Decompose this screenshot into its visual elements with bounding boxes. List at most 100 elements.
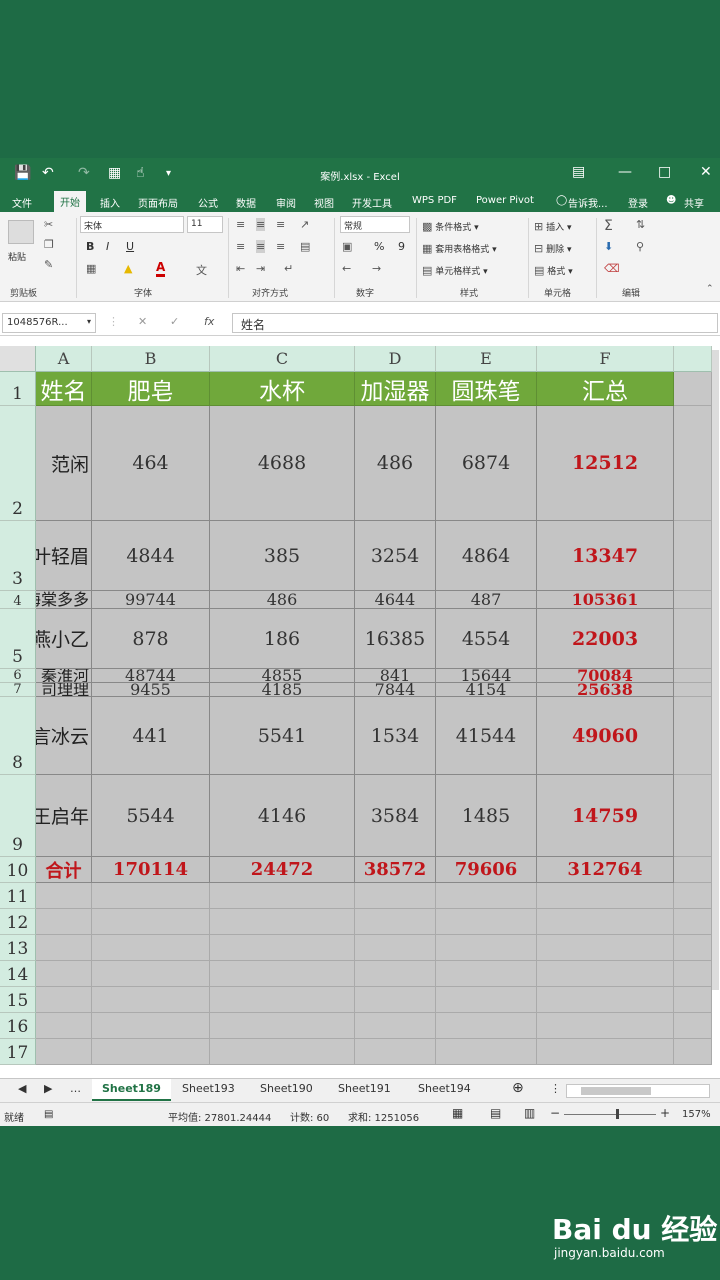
cell-empty[interactable] <box>674 935 712 961</box>
tab-formulas[interactable]: 公式 <box>198 195 218 210</box>
cell-empty[interactable] <box>436 961 537 987</box>
cell-empty[interactable] <box>436 987 537 1013</box>
total-cell[interactable]: 49060 <box>537 697 674 775</box>
row-header[interactable]: 13 <box>0 935 36 961</box>
value-cell[interactable]: 4154 <box>436 683 537 697</box>
wrap-text-icon[interactable]: ↵ <box>284 262 293 275</box>
format-cells-button[interactable]: ▤ 格式 ▾ <box>534 264 573 277</box>
cell-empty[interactable] <box>537 909 674 935</box>
tell-me-search[interactable]: 告诉我... <box>568 195 608 210</box>
bold-button[interactable]: B <box>86 240 94 253</box>
total-cell[interactable]: 70084 <box>537 669 674 683</box>
row-header[interactable]: 14 <box>0 961 36 987</box>
column-header-f[interactable]: F <box>537 346 674 372</box>
tab-page-layout[interactable]: 页面布局 <box>138 195 178 210</box>
value-cell[interactable]: 6874 <box>436 406 537 521</box>
value-cell[interactable]: 878 <box>92 609 210 669</box>
maximize-icon[interactable]: □ <box>658 164 671 180</box>
tab-power-pivot[interactable]: Power Pivot <box>476 195 534 206</box>
value-cell[interactable]: 487 <box>436 591 537 609</box>
value-cell[interactable]: 9455 <box>92 683 210 697</box>
delete-cells-button[interactable]: ⊟ 删除 ▾ <box>534 242 572 255</box>
cell-empty[interactable] <box>674 406 712 521</box>
zoom-slider[interactable] <box>564 1114 656 1115</box>
total-cell[interactable]: 14759 <box>537 775 674 857</box>
name-cell[interactable]: 范闲 <box>36 406 92 521</box>
total-cell[interactable]: 12512 <box>537 406 674 521</box>
cell-empty[interactable] <box>36 883 92 909</box>
orientation-icon[interactable]: ↗ <box>300 218 309 231</box>
zoom-slider-thumb[interactable] <box>616 1109 619 1119</box>
header-cell[interactable]: 汇总 <box>537 372 674 406</box>
sum-label-cell[interactable]: 合计 <box>36 857 92 883</box>
total-cell[interactable]: 22003 <box>537 609 674 669</box>
paste-button[interactable]: 粘贴 <box>8 250 26 263</box>
value-cell[interactable]: 4844 <box>92 521 210 591</box>
total-cell[interactable]: 25638 <box>537 683 674 697</box>
value-cell[interactable]: 464 <box>92 406 210 521</box>
value-cell[interactable]: 486 <box>355 406 436 521</box>
row-header[interactable]: 1 <box>0 372 36 406</box>
value-cell[interactable]: 1485 <box>436 775 537 857</box>
cell-styles-button[interactable]: ▤ 单元格样式 ▾ <box>422 264 488 277</box>
cell-empty[interactable] <box>436 935 537 961</box>
scroll-left-icon[interactable]: ◀ <box>18 1082 26 1095</box>
conditional-format-button[interactable]: ▩ 条件格式 ▾ <box>422 220 479 233</box>
column-header-b[interactable]: B <box>92 346 210 372</box>
value-cell[interactable]: 4554 <box>436 609 537 669</box>
name-cell[interactable]: 司理理 <box>36 683 92 697</box>
cell-empty[interactable] <box>674 1039 712 1065</box>
cell-empty[interactable] <box>537 1039 674 1065</box>
header-cell[interactable]: 姓名 <box>36 372 92 406</box>
cell-empty[interactable] <box>355 961 436 987</box>
formula-input[interactable]: 姓名 <box>232 313 718 333</box>
sheet-tab[interactable]: Sheet193 <box>178 1082 235 1095</box>
sign-in-link[interactable]: 登录 <box>628 195 648 210</box>
cut-icon[interactable]: ✂ <box>44 218 53 231</box>
total-cell[interactable]: 13347 <box>537 521 674 591</box>
cell-empty[interactable] <box>537 961 674 987</box>
header-cell[interactable]: 肥皂 <box>92 372 210 406</box>
sheet-tab[interactable]: Sheet191 <box>334 1082 391 1095</box>
value-cell[interactable]: 1534 <box>355 697 436 775</box>
cell-empty[interactable] <box>674 669 712 683</box>
underline-button[interactable]: U <box>126 240 134 253</box>
cell-empty[interactable] <box>36 909 92 935</box>
row-header[interactable]: 7 <box>0 682 36 697</box>
insert-cells-button[interactable]: ⊞ 插入 ▾ <box>534 220 572 233</box>
share-button[interactable]: 共享 <box>684 195 704 210</box>
cell-empty[interactable] <box>436 883 537 909</box>
normal-view-icon[interactable]: ▦ <box>452 1106 463 1120</box>
align-right-icon[interactable]: ≡ <box>276 240 285 253</box>
cell-empty[interactable] <box>674 961 712 987</box>
row-header[interactable]: 6 <box>0 668 36 683</box>
cell-empty[interactable] <box>92 883 210 909</box>
font-name-select[interactable]: 宋体 <box>80 216 184 233</box>
percent-button[interactable]: % <box>374 240 384 253</box>
header-cell[interactable]: 圆珠笔 <box>436 372 537 406</box>
tab-review[interactable]: 审阅 <box>276 195 296 210</box>
enter-icon[interactable]: ✓ <box>170 315 179 328</box>
format-as-table-button[interactable]: ▦ 套用表格格式 ▾ <box>422 242 497 255</box>
header-cell[interactable]: 加湿器 <box>355 372 436 406</box>
row-header[interactable]: 16 <box>0 1013 36 1039</box>
row-header[interactable]: 2 <box>0 406 36 521</box>
sum-cell[interactable]: 170114 <box>92 857 210 883</box>
name-cell[interactable]: 叶轻眉 <box>36 521 92 591</box>
fill-color-icon[interactable]: ▲ <box>124 262 132 275</box>
cancel-icon[interactable]: ✕ <box>138 315 147 328</box>
value-cell[interactable]: 5544 <box>92 775 210 857</box>
value-cell[interactable]: 3254 <box>355 521 436 591</box>
zoom-out-icon[interactable]: − <box>550 1106 560 1120</box>
cell-empty[interactable] <box>36 987 92 1013</box>
horizontal-scrollbar[interactable] <box>566 1084 710 1098</box>
scrollbar-thumb[interactable] <box>581 1087 651 1095</box>
cell-empty[interactable] <box>210 883 355 909</box>
cell-empty[interactable] <box>674 521 712 591</box>
cell-empty[interactable] <box>210 909 355 935</box>
name-cell[interactable]: 言冰云 <box>36 697 92 775</box>
paste-icon[interactable] <box>8 220 34 244</box>
row-header[interactable]: 12 <box>0 909 36 935</box>
cell-empty[interactable] <box>210 961 355 987</box>
cell-empty[interactable] <box>436 1013 537 1039</box>
